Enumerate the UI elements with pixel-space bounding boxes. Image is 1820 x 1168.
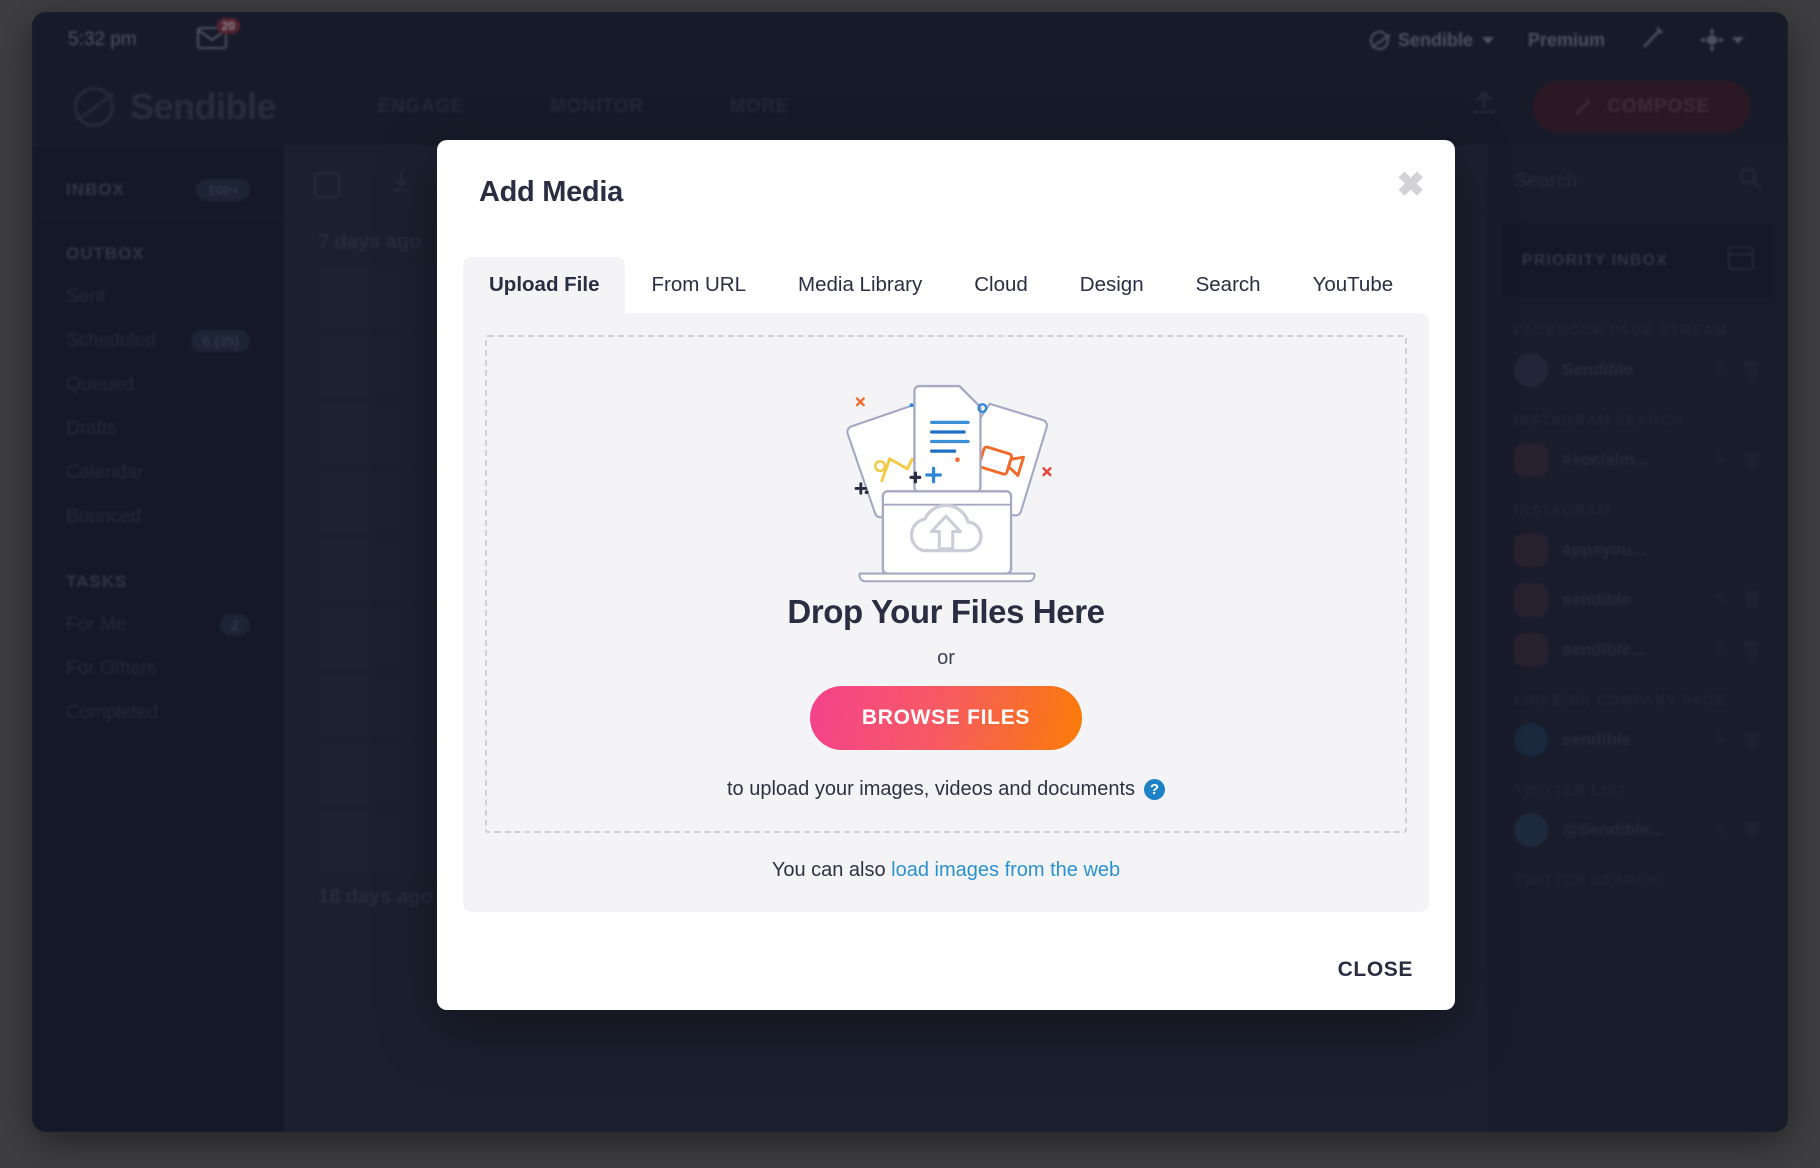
modal-tabs: Upload File From URL Media Library Cloud… xyxy=(463,257,1455,313)
load-from-web-prefix: You can also xyxy=(771,859,892,881)
tab-youtube[interactable]: YouTube xyxy=(1287,257,1420,313)
desktop-background: 5:32 pm 20 Sendible Premium Sendible ENG… xyxy=(0,0,1820,1168)
modal-title: Add Media xyxy=(479,176,623,208)
dropzone-or-label: or xyxy=(937,647,955,669)
upload-illustration-icon xyxy=(846,384,1052,583)
load-images-from-web-link[interactable]: load images from the web xyxy=(891,859,1120,881)
load-from-web-row: You can also load images from the web xyxy=(485,859,1407,882)
tab-design[interactable]: Design xyxy=(1054,257,1170,313)
upload-hint-text: to upload your images, videos and docume… xyxy=(726,778,1136,800)
tab-media-library[interactable]: Media Library xyxy=(772,257,948,313)
browser-window: 5:32 pm 20 Sendible Premium Sendible ENG… xyxy=(32,12,1788,1132)
dropzone-title: Drop Your Files Here xyxy=(787,593,1105,630)
browse-files-button[interactable]: BROWSE FILES xyxy=(809,686,1083,750)
tab-cloud[interactable]: Cloud xyxy=(948,257,1054,313)
help-icon[interactable]: ? xyxy=(1144,779,1166,800)
file-dropzone[interactable]: Drop Your Files Here or BROWSE FILES to … xyxy=(485,335,1407,833)
upload-file-panel: Drop Your Files Here or BROWSE FILES to … xyxy=(463,313,1429,912)
close-button[interactable]: CLOSE xyxy=(1338,958,1413,982)
tab-search[interactable]: Search xyxy=(1170,257,1287,313)
upload-hint: to upload your images, videos and docume… xyxy=(726,778,1166,801)
add-media-modal: Add Media ✖ Upload File From URL Media L… xyxy=(437,140,1455,1010)
tab-from-url[interactable]: From URL xyxy=(625,257,772,313)
modal-footer: CLOSE xyxy=(1338,958,1413,982)
tab-upload-file[interactable]: Upload File xyxy=(463,257,626,313)
close-icon[interactable]: ✖ xyxy=(1397,168,1426,202)
